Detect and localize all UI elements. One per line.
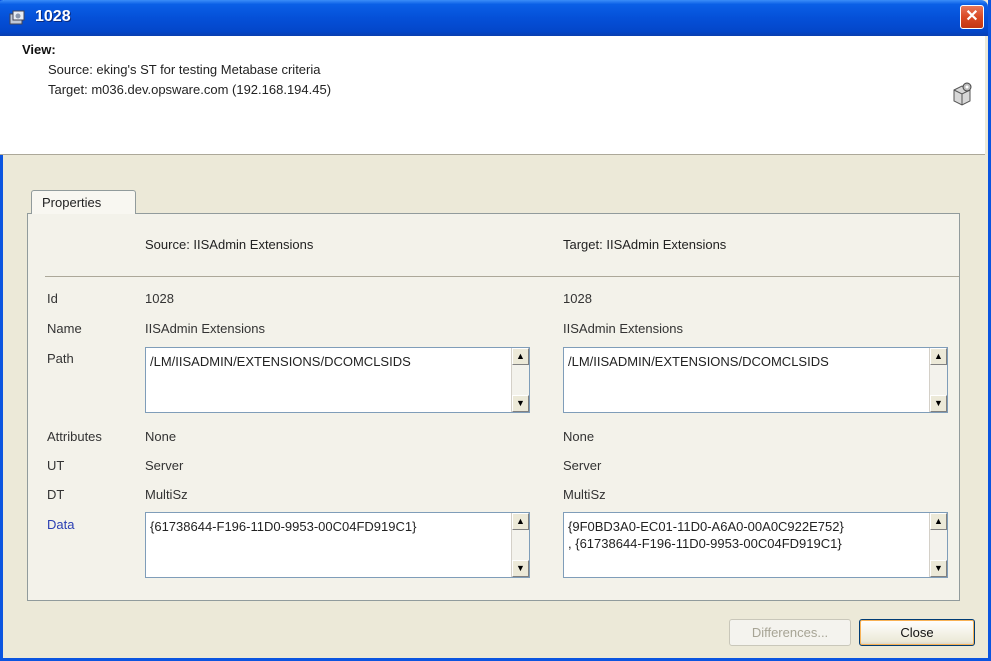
close-window-button[interactable]: ✕ [960, 5, 984, 29]
target-data-scrollbar[interactable]: ▲ ▼ [929, 513, 947, 577]
scroll-down-arrow-icon[interactable]: ▼ [930, 560, 947, 577]
target-path-field[interactable]: /LM/IISADMIN/EXTENSIONS/DCOMCLSIDS ▲ ▼ [563, 347, 948, 413]
source-id-value: 1028 [145, 291, 174, 306]
scroll-up-arrow-icon[interactable]: ▲ [930, 513, 947, 530]
target-description: Target: m036.dev.opsware.com (192.168.19… [48, 82, 332, 97]
target-id-value: 1028 [563, 291, 592, 306]
scroll-down-arrow-icon[interactable]: ▼ [930, 395, 947, 412]
source-data-scrollbar[interactable]: ▲ ▼ [511, 513, 529, 577]
differences-button[interactable]: Differences... [729, 619, 851, 646]
attributes-label: Attributes [47, 429, 102, 444]
header-divider [45, 276, 959, 277]
scroll-down-arrow-icon[interactable]: ▼ [512, 395, 529, 412]
target-data-field[interactable]: {9F0BD3A0-EC01-11D0-A6A0-00A0C922E752} ,… [563, 512, 948, 578]
name-label: Name [47, 321, 82, 336]
scroll-up-arrow-icon[interactable]: ▲ [512, 348, 529, 365]
gear-cube-icon [953, 82, 972, 106]
target-path-text: /LM/IISADMIN/EXTENSIONS/DCOMCLSIDS [568, 354, 829, 369]
dt-label: DT [47, 487, 65, 502]
source-dt-value: MultiSz [145, 487, 188, 502]
source-data-field[interactable]: {61738644-F196-11D0-9953-00C04FD919C1} ▲… [145, 512, 530, 578]
id-label: Id [47, 291, 58, 306]
source-path-text: /LM/IISADMIN/EXTENSIONS/DCOMCLSIDS [150, 354, 411, 369]
target-column-header: Target: IISAdmin Extensions [563, 237, 727, 252]
title-bar[interactable]: 1028 ✕ [0, 0, 988, 36]
target-data-text: {9F0BD3A0-EC01-11D0-A6A0-00A0C922E752} ,… [568, 519, 844, 551]
source-path-field[interactable]: /LM/IISADMIN/EXTENSIONS/DCOMCLSIDS ▲ ▼ [145, 347, 530, 413]
source-data-text: {61738644-F196-11D0-9953-00C04FD919C1} [150, 519, 417, 534]
source-description: Source: eking's ST for testing Metabase … [48, 62, 321, 77]
window-title: 1028 [35, 8, 71, 25]
path-label: Path [47, 351, 74, 366]
source-path-scrollbar[interactable]: ▲ ▼ [511, 348, 529, 412]
tab-properties[interactable]: Properties [31, 190, 136, 214]
ut-label: UT [47, 458, 65, 473]
scroll-up-arrow-icon[interactable]: ▲ [512, 513, 529, 530]
tab-properties-label: Properties [42, 195, 102, 210]
target-ut-value: Server [563, 458, 602, 473]
source-attributes-value: None [145, 429, 177, 444]
source-column-header: Source: IISAdmin Extensions [145, 237, 314, 252]
source-name-value: IISAdmin Extensions [145, 321, 265, 336]
target-dt-value: MultiSz [563, 487, 606, 502]
close-button[interactable]: Close [859, 619, 975, 646]
app-icon [9, 10, 25, 25]
source-ut-value: Server [145, 458, 184, 473]
scroll-up-arrow-icon[interactable]: ▲ [930, 348, 947, 365]
view-label: View: [22, 42, 56, 57]
target-name-value: IISAdmin Extensions [563, 321, 683, 336]
target-path-scrollbar[interactable]: ▲ ▼ [929, 348, 947, 412]
target-attributes-value: None [563, 429, 595, 444]
scroll-down-arrow-icon[interactable]: ▼ [512, 560, 529, 577]
data-label[interactable]: Data [47, 517, 74, 532]
